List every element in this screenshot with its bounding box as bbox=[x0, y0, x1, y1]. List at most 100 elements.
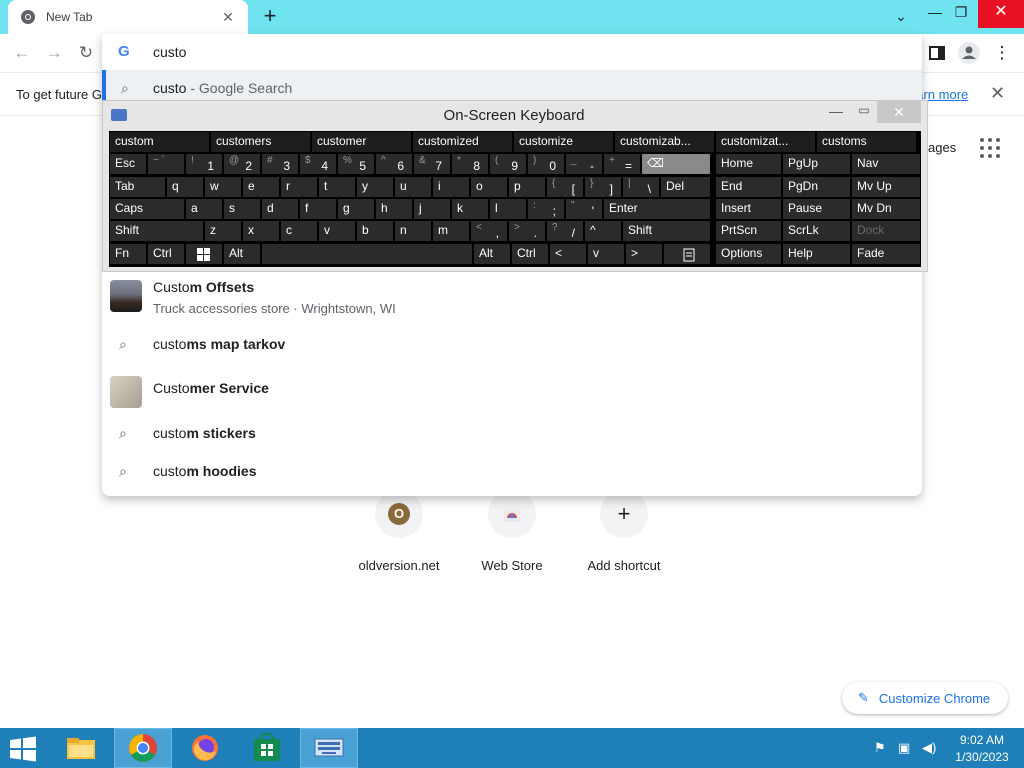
apps-grid-icon[interactable] bbox=[980, 138, 1000, 158]
key-symbol[interactable]: | \ bbox=[622, 176, 660, 198]
key-symbol[interactable]: ~ ` bbox=[147, 153, 185, 175]
key-home[interactable]: Home bbox=[715, 153, 782, 175]
key-0[interactable]: ) 0 bbox=[527, 153, 565, 175]
key-v[interactable]: v bbox=[318, 220, 356, 242]
prediction-customizab[interactable]: customizab... bbox=[614, 131, 715, 153]
backspace-key[interactable]: ⌫ bbox=[641, 153, 711, 175]
prediction-custom[interactable]: custom bbox=[109, 131, 210, 153]
key-i[interactable]: i bbox=[432, 176, 470, 198]
key-o[interactable]: o bbox=[470, 176, 508, 198]
chrome-menu-button[interactable]: ⋮ bbox=[991, 42, 1013, 64]
taskbar-on-screen-keyboard[interactable] bbox=[300, 728, 358, 768]
key-enter[interactable]: Enter bbox=[603, 198, 711, 220]
key-mv-up[interactable]: Mv Up bbox=[851, 176, 921, 198]
images-link[interactable]: ages bbox=[928, 140, 956, 155]
key-m[interactable]: m bbox=[432, 220, 470, 242]
key-symbol[interactable]: {[ bbox=[546, 176, 584, 198]
key-9[interactable]: (9 bbox=[489, 153, 527, 175]
taskbar-store[interactable] bbox=[238, 728, 296, 768]
clock-time[interactable]: 9:02 AM bbox=[954, 733, 1010, 747]
tab-new-tab[interactable]: New Tab ✕ bbox=[8, 0, 248, 34]
key-2[interactable]: @2 bbox=[223, 153, 261, 175]
key-prtscn[interactable]: PrtScn bbox=[715, 220, 782, 242]
shortcut-oldversion[interactable]: O oldversion.net bbox=[344, 490, 454, 573]
key-symbol[interactable]: <, bbox=[470, 220, 508, 242]
key-nav[interactable]: Nav bbox=[851, 153, 921, 175]
key-e[interactable]: e bbox=[242, 176, 280, 198]
osk-minimize-button[interactable]: — bbox=[825, 103, 847, 123]
key-1[interactable]: ! 1 bbox=[185, 153, 223, 175]
key-q[interactable]: q bbox=[166, 176, 204, 198]
suggestion-custom-stickers[interactable]: ⌕ custom stickers bbox=[102, 419, 922, 455]
action-center-flag-icon[interactable]: ⚑ bbox=[874, 740, 886, 756]
back-button[interactable]: ← bbox=[11, 42, 33, 64]
network-icon[interactable]: ▣ bbox=[898, 740, 910, 756]
key-right-ctrl[interactable]: Ctrl bbox=[511, 243, 549, 265]
osk-maximize-button[interactable]: ▭ bbox=[853, 103, 875, 123]
key-k[interactable]: k bbox=[451, 198, 489, 220]
key-pgup[interactable]: PgUp bbox=[782, 153, 851, 175]
key-windows[interactable] bbox=[185, 243, 223, 265]
key-right-shift[interactable]: Shift bbox=[622, 220, 711, 242]
key-l[interactable]: l bbox=[489, 198, 527, 220]
tab-close-icon[interactable]: ✕ bbox=[220, 9, 236, 25]
key-4[interactable]: $4 bbox=[299, 153, 337, 175]
prediction-customers[interactable]: customers bbox=[210, 131, 311, 153]
key-alt[interactable]: Alt bbox=[223, 243, 261, 265]
key-3[interactable]: #3 bbox=[261, 153, 299, 175]
key-space[interactable] bbox=[261, 243, 473, 265]
key-c[interactable]: c bbox=[280, 220, 318, 242]
key-arrow-right[interactable]: > bbox=[625, 243, 663, 265]
osk-titlebar[interactable]: On-Screen Keyboard — ▭ ✕ bbox=[103, 101, 929, 131]
taskbar-chrome[interactable] bbox=[114, 728, 172, 768]
key-n[interactable]: n bbox=[394, 220, 432, 242]
key-g[interactable]: g bbox=[337, 198, 375, 220]
clock-date[interactable]: 1/30/2023 bbox=[950, 750, 1014, 764]
window-close-button[interactable]: ✕ bbox=[978, 0, 1024, 28]
key-f[interactable]: f bbox=[299, 198, 337, 220]
infobar-close-icon[interactable]: ✕ bbox=[990, 83, 1005, 104]
osk-close-button[interactable]: ✕ bbox=[877, 101, 921, 123]
key-end[interactable]: End bbox=[715, 176, 782, 198]
suggestion-customs-map-tarkov[interactable]: ⌕ customs map tarkov bbox=[102, 330, 922, 366]
key-scrlk[interactable]: ScrLk bbox=[782, 220, 851, 242]
key-menu[interactable] bbox=[663, 243, 711, 265]
address-bar[interactable]: G custo bbox=[102, 34, 922, 70]
key-pgdn[interactable]: PgDn bbox=[782, 176, 851, 198]
suggestion-customer-service[interactable]: Customer Service bbox=[102, 374, 922, 410]
key-symbol[interactable]: + = bbox=[603, 153, 641, 175]
key-arrow-left[interactable]: < bbox=[549, 243, 587, 265]
side-panel-button[interactable] bbox=[926, 42, 948, 64]
key-tab[interactable]: Tab bbox=[109, 176, 166, 198]
prediction-customer[interactable]: customer bbox=[311, 131, 412, 153]
prediction-customs[interactable]: customs bbox=[816, 131, 917, 153]
key-pause[interactable]: Pause bbox=[782, 198, 851, 220]
key-symbol[interactable]: _ - bbox=[565, 153, 603, 175]
volume-icon[interactable]: ◀) bbox=[922, 740, 936, 756]
key-fn[interactable]: Fn bbox=[109, 243, 147, 265]
taskbar-firefox[interactable] bbox=[176, 728, 234, 768]
key-arrow-down[interactable]: v bbox=[587, 243, 625, 265]
key-del[interactable]: Del bbox=[660, 176, 711, 198]
prediction-customized[interactable]: customized bbox=[412, 131, 513, 153]
key-insert[interactable]: Insert bbox=[715, 198, 782, 220]
key-w[interactable]: w bbox=[204, 176, 242, 198]
profile-button[interactable] bbox=[958, 42, 980, 64]
key-shift[interactable]: Shift bbox=[109, 220, 204, 242]
key-7[interactable]: & 7 bbox=[413, 153, 451, 175]
suggestion-custom-offsets[interactable]: Custom Offsets Truck accessories store ·… bbox=[102, 272, 922, 324]
key-x[interactable]: x bbox=[242, 220, 280, 242]
key-a[interactable]: a bbox=[185, 198, 223, 220]
omnibox-input[interactable]: custo bbox=[153, 44, 186, 60]
key-j[interactable]: j bbox=[413, 198, 451, 220]
key-options[interactable]: Options bbox=[715, 243, 782, 265]
key-symbol[interactable]: :; bbox=[527, 198, 565, 220]
key-p[interactable]: p bbox=[508, 176, 546, 198]
key-help[interactable]: Help bbox=[782, 243, 851, 265]
key-u[interactable]: u bbox=[394, 176, 432, 198]
key-symbol[interactable]: ? / bbox=[546, 220, 584, 242]
shortcut-add[interactable]: + Add shortcut bbox=[569, 490, 679, 573]
key-symbol[interactable]: }] bbox=[584, 176, 622, 198]
key-symbol[interactable]: " ' bbox=[565, 198, 603, 220]
prediction-customizat[interactable]: customizat... bbox=[715, 131, 816, 153]
